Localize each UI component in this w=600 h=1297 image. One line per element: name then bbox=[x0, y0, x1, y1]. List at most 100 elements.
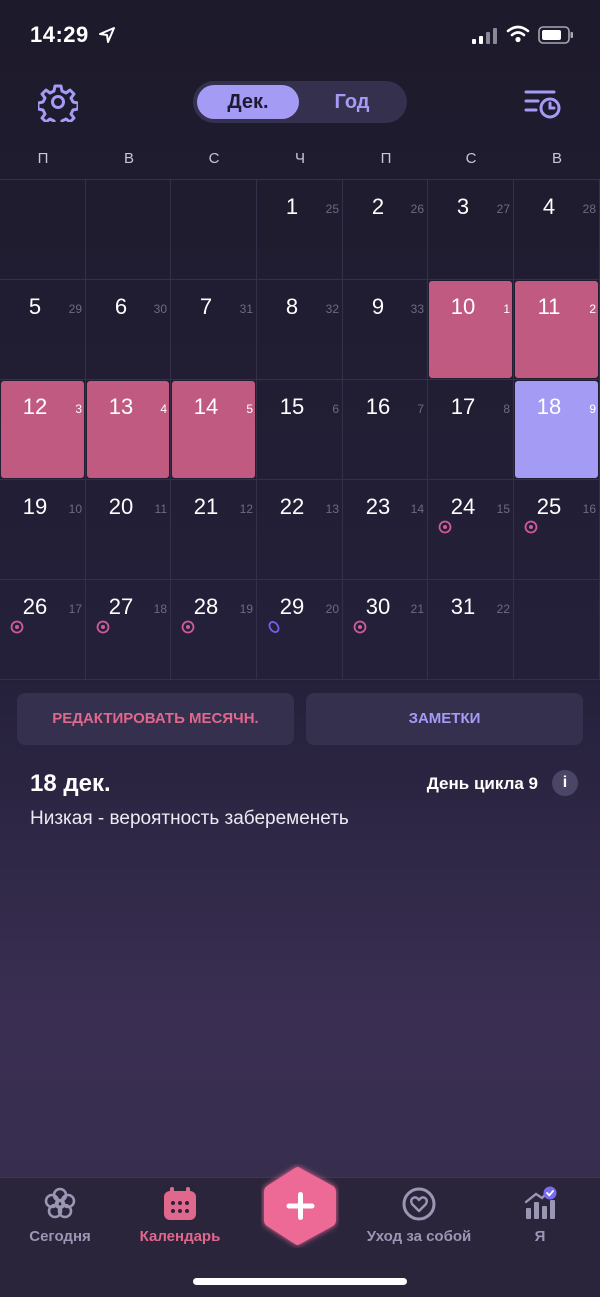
status-time: 14:29 bbox=[30, 22, 89, 47]
day-number: 8 bbox=[285, 294, 299, 319]
calendar-day-cell[interactable]: 26 17 bbox=[0, 580, 86, 680]
calendar-day-cell[interactable]: 17 8 bbox=[428, 380, 514, 480]
calendar-day-cell[interactable]: 4 28 bbox=[514, 180, 600, 280]
home-indicator bbox=[193, 1278, 407, 1285]
tab-year[interactable]: Год bbox=[301, 85, 403, 119]
calendar-day-cell[interactable]: 30 21 bbox=[343, 580, 428, 680]
calendar-day-cell[interactable]: 25 16 bbox=[514, 480, 600, 580]
calendar-day-cell[interactable]: 5 29 bbox=[0, 280, 86, 380]
calendar-day-cell[interactable]: 12 3 bbox=[0, 380, 86, 480]
cycle-history-icon[interactable] bbox=[524, 86, 562, 120]
tab-label: Уход за собой bbox=[366, 1228, 472, 1245]
calendar-grid: 1 25 2 26 3 27 4 28 5 29 6 30 7 31 8 32 9 33 10 1 11 2 12 3 13 4 1… bbox=[0, 179, 600, 680]
location-arrow-icon bbox=[99, 27, 115, 43]
calendar-day-cell[interactable]: 22 13 bbox=[257, 480, 343, 580]
day-number: 21 bbox=[193, 494, 219, 519]
calendar-icon bbox=[164, 1187, 196, 1220]
gear-icon[interactable] bbox=[38, 82, 78, 122]
cycle-day-number: 2 bbox=[589, 302, 596, 316]
calendar-day-cell[interactable]: 8 32 bbox=[257, 280, 343, 380]
notes-button[interactable]: ЗАМЕТКИ bbox=[306, 693, 583, 745]
cycle-day-number: 32 bbox=[325, 302, 339, 316]
calendar-day-cell[interactable]: 9 33 bbox=[343, 280, 428, 380]
cycle-day-number: 14 bbox=[410, 502, 424, 516]
selected-date: 18 дек. bbox=[30, 770, 111, 797]
day-number: 11 bbox=[537, 294, 561, 319]
day-number: 10 bbox=[450, 294, 476, 319]
calendar-day-cell[interactable]: 31 22 bbox=[428, 580, 514, 680]
flower-icon bbox=[44, 1187, 76, 1219]
ovulation-marker-icon bbox=[268, 621, 280, 633]
day-number: 3 bbox=[456, 194, 470, 219]
plus-icon[interactable] bbox=[261, 1164, 339, 1248]
tab-me[interactable]: Я bbox=[470, 1178, 600, 1258]
day-number: 6 bbox=[114, 294, 128, 319]
fertile-marker-icon bbox=[10, 620, 24, 634]
day-number: 7 bbox=[199, 294, 213, 319]
selected-day-info: 18 дек. День цикла 9 i Низкая - вероятно… bbox=[30, 770, 578, 840]
cycle-day-number: 3 bbox=[75, 402, 82, 416]
fertile-marker-icon bbox=[181, 620, 195, 634]
edit-period-button[interactable]: РЕДАКТИРОВАТЬ МЕСЯЧН. bbox=[17, 693, 294, 745]
heart-circle-icon bbox=[402, 1187, 436, 1221]
tab-selfcare[interactable]: Уход за собой bbox=[349, 1178, 489, 1258]
empty-day-cell bbox=[86, 180, 171, 280]
cycle-day-number: 22 bbox=[496, 602, 510, 616]
calendar-day-cell[interactable]: 23 14 bbox=[343, 480, 428, 580]
cycle-day-number: 15 bbox=[496, 502, 510, 516]
calendar-day-cell[interactable]: 29 20 bbox=[257, 580, 343, 680]
day-actions: РЕДАКТИРОВАТЬ МЕСЯЧН. ЗАМЕТКИ bbox=[17, 693, 583, 745]
calendar-day-cell[interactable]: 2 26 bbox=[343, 180, 428, 280]
cycle-day-number: 25 bbox=[325, 202, 339, 216]
day-number: 9 bbox=[371, 294, 385, 319]
cycle-day-number: 28 bbox=[582, 202, 596, 216]
weekday-label: В bbox=[123, 150, 134, 167]
day-number: 28 bbox=[193, 594, 219, 619]
pregnancy-chance-text: Низкая - вероятность забеременеть bbox=[30, 808, 349, 829]
calendar-day-cell[interactable]: 13 4 bbox=[86, 380, 171, 480]
weekday-label: С bbox=[208, 150, 220, 167]
cycle-day-number: 27 bbox=[496, 202, 510, 216]
calendar-day-cell[interactable]: 11 2 bbox=[514, 280, 600, 380]
calendar-day-cell[interactable]: 6 30 bbox=[86, 280, 171, 380]
calendar-day-cell[interactable]: 27 18 bbox=[86, 580, 171, 680]
weekday-label: Ч bbox=[295, 150, 305, 167]
fertile-marker-icon bbox=[524, 520, 538, 534]
tab-calendar[interactable]: Календарь bbox=[110, 1178, 250, 1258]
tab-label: Я bbox=[534, 1228, 546, 1245]
calendar-day-cell[interactable]: 24 15 bbox=[428, 480, 514, 580]
calendar-header: Дек. Год bbox=[0, 80, 600, 124]
calendar-day-cell[interactable]: 16 7 bbox=[343, 380, 428, 480]
cycle-day-number: 17 bbox=[68, 602, 82, 616]
empty-day-cell bbox=[0, 180, 86, 280]
tab-month[interactable]: Дек. bbox=[197, 85, 299, 119]
cycle-day-number: 31 bbox=[239, 302, 253, 316]
status-bar: 14:29 bbox=[0, 0, 600, 70]
weekday-header-row: П В С Ч П С В bbox=[0, 150, 600, 170]
calendar-day-cell[interactable]: 28 19 bbox=[171, 580, 257, 680]
day-number: 13 bbox=[108, 394, 134, 419]
info-icon[interactable]: i bbox=[552, 770, 578, 796]
calendar-day-cell[interactable]: 19 10 bbox=[0, 480, 86, 580]
day-number: 18 bbox=[536, 394, 562, 419]
day-number: 31 bbox=[450, 594, 476, 619]
calendar-day-cell[interactable]: 15 6 bbox=[257, 380, 343, 480]
calendar-day-cell[interactable]: 14 5 bbox=[171, 380, 257, 480]
calendar-day-cell[interactable]: 21 12 bbox=[171, 480, 257, 580]
day-number: 27 bbox=[108, 594, 134, 619]
cycle-day-number: 11 bbox=[154, 502, 167, 516]
calendar-day-cell[interactable]: 20 11 bbox=[86, 480, 171, 580]
calendar-day-cell[interactable]: 18 9 bbox=[514, 380, 600, 480]
calendar-day-cell[interactable]: 3 27 bbox=[428, 180, 514, 280]
day-number: 12 bbox=[22, 394, 48, 419]
day-number: 20 bbox=[108, 494, 134, 519]
day-number: 29 bbox=[279, 594, 305, 619]
chart-check-icon bbox=[524, 1186, 557, 1219]
calendar-day-cell[interactable]: 10 1 bbox=[428, 280, 514, 380]
calendar-day-cell[interactable]: 1 25 bbox=[257, 180, 343, 280]
day-number: 22 bbox=[279, 494, 305, 519]
weekday-label: В bbox=[551, 150, 562, 167]
calendar-day-cell[interactable]: 7 31 bbox=[171, 280, 257, 380]
day-number: 5 bbox=[28, 294, 42, 319]
day-number: 19 bbox=[22, 494, 48, 519]
